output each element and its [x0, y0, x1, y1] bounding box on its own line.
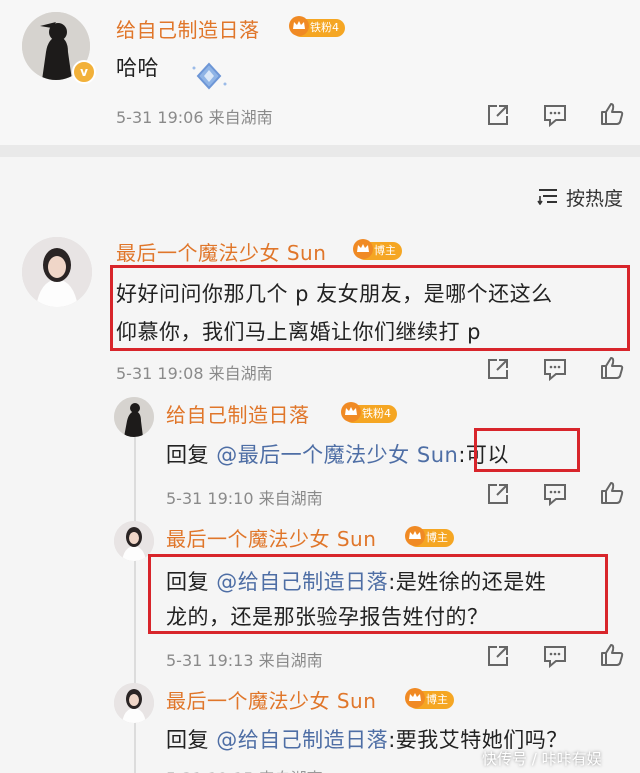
author-badge: 博主 — [405, 688, 454, 709]
badge-label: 博主 — [426, 693, 448, 706]
fan-badge: 铁粉4 — [289, 16, 345, 37]
like-icon[interactable] — [599, 480, 625, 506]
share-icon[interactable] — [485, 643, 511, 669]
fan-badge: 铁粉4 — [341, 402, 397, 423]
avatar[interactable] — [114, 683, 154, 723]
crown-icon — [341, 402, 361, 422]
mention-link[interactable]: @最后一个魔法少女 Sun — [216, 443, 458, 467]
crown-icon — [289, 16, 309, 36]
username[interactable]: 最后一个魔法少女 Sun — [166, 523, 376, 552]
reply-meta: 5-31 19:13 来自湖南 — [166, 651, 323, 670]
username[interactable]: 最后一个魔法少女 Sun — [166, 685, 376, 714]
author-badge: 博主 — [353, 239, 402, 260]
avatar[interactable] — [22, 237, 92, 307]
main-thread-card: 按热度 最后一个魔法少女 Sun 博主 好好问问你那几个 p 友女朋友，是哪个还… — [0, 157, 640, 773]
author-badge: 博主 — [405, 526, 454, 547]
like-icon[interactable] — [599, 355, 625, 381]
comment-text: 哈哈 — [116, 56, 159, 80]
top-comment-card: v 给自己制造日落 铁粉4 哈哈 5-31 19:06 来自湖南 — [0, 0, 640, 145]
share-icon[interactable] — [485, 356, 511, 382]
sort-by-hot[interactable]: 按热度 — [566, 184, 623, 211]
like-icon[interactable] — [599, 642, 625, 668]
highlight-box — [110, 265, 630, 351]
username[interactable]: 给自己制造日落 — [166, 399, 310, 428]
crown-icon — [405, 526, 425, 546]
comment-icon[interactable] — [542, 643, 568, 669]
mention-link[interactable]: @给自己制造日落 — [216, 728, 388, 752]
share-icon[interactable] — [485, 102, 511, 128]
avatar-image — [114, 683, 154, 723]
like-icon[interactable] — [599, 101, 625, 127]
reply-prefix: 回复 — [166, 443, 217, 467]
share-icon[interactable] — [485, 481, 511, 507]
avatar[interactable] — [114, 397, 154, 437]
crown-icon — [353, 239, 373, 259]
comment-icon[interactable] — [542, 102, 568, 128]
avatar-image — [114, 397, 154, 437]
comment-icon[interactable] — [542, 481, 568, 507]
comment-icon[interactable] — [542, 356, 568, 382]
watermark: 快传号 / 咔咔有娱 — [482, 750, 602, 768]
username[interactable]: 最后一个魔法少女 Sun — [116, 237, 326, 266]
diamond-emoji-icon — [192, 62, 227, 90]
section-divider — [0, 145, 640, 157]
highlight-box — [474, 428, 580, 472]
reply-meta: 5-31 19:10 来自湖南 — [166, 489, 323, 508]
username[interactable]: 给自己制造日落 — [116, 14, 260, 43]
badge-label: 博主 — [426, 531, 448, 544]
badge-label: 博主 — [374, 244, 396, 257]
reply-meta-partial: 5-31 19:15 来自湖南 — [166, 765, 356, 773]
sort-icon[interactable] — [537, 187, 559, 205]
comment-meta: 5-31 19:06 来自湖南 — [116, 108, 273, 127]
highlight-box — [148, 554, 608, 634]
avatar-image — [22, 237, 92, 307]
verified-icon: v — [72, 60, 96, 84]
reply-prefix: 回复 — [166, 728, 217, 752]
reply-text: 回复 @最后一个魔法少女 Sun:可以 — [166, 439, 509, 469]
comment-meta: 5-31 19:08 来自湖南 — [116, 364, 273, 383]
badge-label: 铁粉4 — [310, 21, 339, 34]
badge-label: 铁粉4 — [362, 407, 391, 420]
crown-icon — [405, 688, 425, 708]
